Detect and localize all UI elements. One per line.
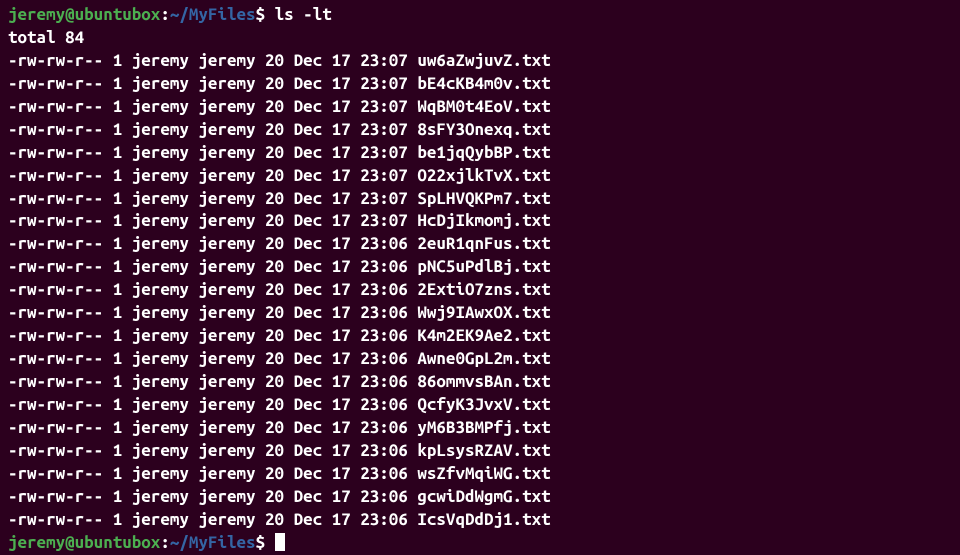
- file-row: -rw-rw-r-- 1 jeremy jeremy 20 Dec 17 23:…: [8, 302, 952, 325]
- file-row: -rw-rw-r-- 1 jeremy jeremy 20 Dec 17 23:…: [8, 371, 952, 394]
- user-host: jeremy@ubuntubox: [8, 533, 160, 552]
- file-row: -rw-rw-r-- 1 jeremy jeremy 20 Dec 17 23:…: [8, 417, 952, 440]
- file-row: -rw-rw-r-- 1 jeremy jeremy 20 Dec 17 23:…: [8, 463, 952, 486]
- file-row: -rw-rw-r-- 1 jeremy jeremy 20 Dec 17 23:…: [8, 509, 952, 532]
- prompt-line-2: jeremy@ubuntubox:~/MyFiles$: [8, 532, 952, 555]
- file-row: -rw-rw-r-- 1 jeremy jeremy 20 Dec 17 23:…: [8, 210, 952, 233]
- cwd-path: ~/MyFiles: [170, 533, 256, 552]
- command-text: ls -lt: [275, 5, 332, 24]
- file-row: -rw-rw-r-- 1 jeremy jeremy 20 Dec 17 23:…: [8, 256, 952, 279]
- total-line: total 84: [8, 27, 952, 50]
- file-row: -rw-rw-r-- 1 jeremy jeremy 20 Dec 17 23:…: [8, 142, 952, 165]
- file-row: -rw-rw-r-- 1 jeremy jeremy 20 Dec 17 23:…: [8, 394, 952, 417]
- file-row: -rw-rw-r-- 1 jeremy jeremy 20 Dec 17 23:…: [8, 165, 952, 188]
- user-host: jeremy@ubuntubox: [8, 5, 160, 24]
- file-row: -rw-rw-r-- 1 jeremy jeremy 20 Dec 17 23:…: [8, 440, 952, 463]
- file-row: -rw-rw-r-- 1 jeremy jeremy 20 Dec 17 23:…: [8, 279, 952, 302]
- file-row: -rw-rw-r-- 1 jeremy jeremy 20 Dec 17 23:…: [8, 233, 952, 256]
- file-row: -rw-rw-r-- 1 jeremy jeremy 20 Dec 17 23:…: [8, 188, 952, 211]
- file-row: -rw-rw-r-- 1 jeremy jeremy 20 Dec 17 23:…: [8, 486, 952, 509]
- cwd-path: ~/MyFiles: [170, 5, 256, 24]
- file-row: -rw-rw-r-- 1 jeremy jeremy 20 Dec 17 23:…: [8, 96, 952, 119]
- prompt-line-1: jeremy@ubuntubox:~/MyFiles$ ls -lt: [8, 4, 952, 27]
- file-row: -rw-rw-r-- 1 jeremy jeremy 20 Dec 17 23:…: [8, 325, 952, 348]
- file-row: -rw-rw-r-- 1 jeremy jeremy 20 Dec 17 23:…: [8, 73, 952, 96]
- file-row: -rw-rw-r-- 1 jeremy jeremy 20 Dec 17 23:…: [8, 348, 952, 371]
- file-row: -rw-rw-r-- 1 jeremy jeremy 20 Dec 17 23:…: [8, 119, 952, 142]
- cursor-icon: [275, 533, 285, 551]
- terminal-output[interactable]: jeremy@ubuntubox:~/MyFiles$ ls -lttotal …: [8, 4, 952, 555]
- file-row: -rw-rw-r-- 1 jeremy jeremy 20 Dec 17 23:…: [8, 50, 952, 73]
